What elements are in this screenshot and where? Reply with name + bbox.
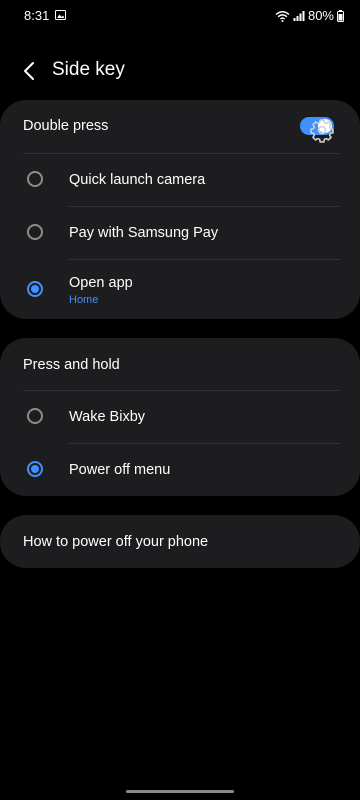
double-press-label: Double press	[23, 118, 109, 134]
press-and-hold-label: Press and hold	[23, 357, 120, 373]
help-link[interactable]: How to power off your phone	[23, 534, 208, 550]
back-button[interactable]	[14, 56, 44, 86]
option-wake-bixby[interactable]: Wake Bixby	[0, 391, 360, 443]
press-and-hold-header: Press and hold	[0, 338, 360, 390]
option-quick-launch-camera[interactable]: Quick launch camera	[0, 154, 360, 206]
radio-button[interactable]	[27, 408, 43, 424]
option-pay-with-samsung-pay[interactable]: Pay with Samsung Pay	[0, 207, 360, 259]
radio-button-selected[interactable]	[27, 281, 43, 297]
option-label: Pay with Samsung Pay	[69, 225, 219, 241]
status-time: 8:31	[24, 8, 50, 23]
option-label: Power off menu	[69, 462, 171, 478]
navigation-handle[interactable]	[126, 790, 234, 793]
chevron-left-icon	[24, 62, 34, 80]
option-open-app[interactable]: Open app Home	[0, 119, 360, 319]
option-label: Open app	[69, 275, 133, 291]
option-sublabel: Home	[69, 294, 99, 306]
battery-icon	[337, 9, 344, 22]
double-press-row[interactable]: Double press	[0, 100, 360, 153]
help-card[interactable]: How to power off your phone	[0, 515, 360, 568]
status-indicators: 80%	[275, 8, 344, 23]
option-label: Wake Bixby	[69, 409, 146, 425]
radio-button[interactable]	[27, 171, 43, 187]
option-label: Quick launch camera	[69, 172, 206, 188]
page-title: Side key	[52, 59, 125, 80]
header: Side key	[0, 50, 360, 90]
press-and-hold-card: Press and hold Wake Bixby Power off menu	[0, 338, 360, 496]
gear-icon[interactable]	[309, 117, 335, 143]
photo-icon	[55, 10, 66, 20]
signal-icon	[293, 11, 305, 21]
wifi-icon	[275, 10, 290, 22]
radio-button-selected[interactable]	[27, 461, 43, 477]
radio-button[interactable]	[27, 224, 43, 240]
option-power-off-menu[interactable]: Power off menu	[0, 444, 360, 496]
double-press-card: Double press Quick launch camera Pay wit…	[0, 100, 360, 319]
status-bar: 8:31 80%	[0, 0, 360, 30]
battery-percent: 80%	[307, 8, 334, 23]
